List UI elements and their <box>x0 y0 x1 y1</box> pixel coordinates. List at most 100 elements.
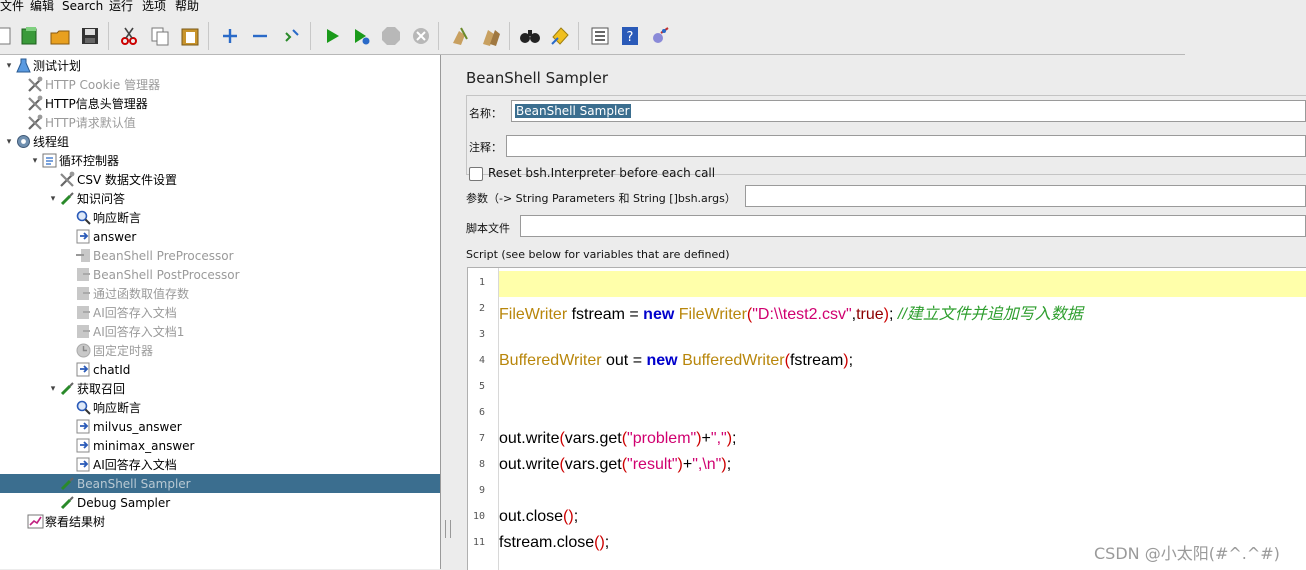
start-icon[interactable] <box>320 24 344 48</box>
shutdown-icon[interactable] <box>409 24 433 48</box>
tree-node[interactable]: 察看结果树 <box>16 512 105 531</box>
name-field[interactable]: BeanShell Sampler <box>511 100 1306 122</box>
comment-field[interactable] <box>506 135 1306 157</box>
tree-node-label: 通过函数取值存数 <box>93 287 190 301</box>
menu-options[interactable]: 选项 <box>142 0 166 14</box>
tree-node-label: AI回答存入文档 <box>93 458 177 472</box>
tree-expand-toggle[interactable]: ▾ <box>4 61 14 71</box>
tools-icon <box>58 171 76 189</box>
tree-node-label: chatId <box>93 362 131 377</box>
menu-bar: 文件 编辑 Search 运行 选项 帮助 <box>0 0 1306 14</box>
toggle-icon[interactable] <box>280 24 304 48</box>
reset-search-icon[interactable] <box>548 24 572 48</box>
stop-icon[interactable] <box>379 24 403 48</box>
menu-file[interactable]: 文件 <box>0 0 24 14</box>
tree-node-label: 响应断言 <box>93 211 142 225</box>
tree-node[interactable]: CSV 数据文件设置 <box>48 170 177 189</box>
tree-node[interactable]: HTTP Cookie 管理器 <box>16 75 160 94</box>
tree-expand-toggle[interactable]: ▾ <box>48 384 58 394</box>
tree-expand-toggle[interactable]: ▾ <box>48 194 58 204</box>
divider-grip[interactable] <box>445 520 451 538</box>
parameters-label: 参数（-> String Parameters 和 String []bsh.a… <box>466 192 736 205</box>
code-line: BufferedWriter out = new BufferedWriter(… <box>499 352 853 370</box>
tree-node[interactable]: chatId <box>64 360 130 379</box>
tree-node-label: HTTP请求默认值 <box>45 116 136 130</box>
tree-node-label: 线程组 <box>33 135 70 149</box>
clear-all-icon[interactable] <box>479 24 503 48</box>
code-token: = <box>632 352 643 369</box>
tree-node[interactable]: answer <box>64 227 136 246</box>
code-token: ; <box>888 306 898 323</box>
tree-node-label: AI回答存入文档1 <box>93 325 185 339</box>
search-icon[interactable] <box>518 24 542 48</box>
code-token: FileWriter <box>499 306 568 323</box>
menu-edit[interactable]: 编辑 <box>30 0 54 14</box>
tree-node-label: BeanShell Sampler <box>77 476 191 491</box>
tree-node[interactable]: BeanShell Sampler <box>0 474 440 493</box>
tree-node[interactable]: Debug Sampler <box>48 493 170 512</box>
line-number: 7 <box>478 433 485 444</box>
tree-node[interactable]: 固定定时器 <box>64 341 153 360</box>
tools-icon <box>26 114 44 132</box>
tree-node[interactable]: ▾ 获取召回 <box>48 379 125 398</box>
panel-title: BeanShell Sampler <box>466 69 608 87</box>
tree-node[interactable]: HTTP信息头管理器 <box>16 94 148 113</box>
tree-node[interactable]: HTTP请求默认值 <box>16 113 136 132</box>
tree-node-label: BeanShell PostProcessor <box>93 267 240 282</box>
remote-icon[interactable] <box>648 24 672 48</box>
cut-icon[interactable] <box>117 24 141 48</box>
tree-node[interactable]: AI回答存入文档1 <box>64 322 184 341</box>
script-file-field[interactable] <box>520 215 1306 237</box>
tree-node[interactable]: BeanShell PostProcessor <box>64 265 240 284</box>
tree-node[interactable]: ▾ 线程组 <box>4 132 69 151</box>
code-line: out.write(vars.get("problem")+","); <box>499 430 736 448</box>
tree-node[interactable]: 通过函数取值存数 <box>64 284 189 303</box>
code-token: + <box>701 430 711 447</box>
tree-node[interactable]: minimax_answer <box>64 436 194 455</box>
tree-node-label: answer <box>93 229 137 244</box>
controller-icon <box>40 152 58 170</box>
postprocessor-icon <box>74 304 92 322</box>
split-divider[interactable] <box>441 55 453 569</box>
menu-search[interactable]: Search <box>62 0 103 14</box>
menu-run[interactable]: 运行 <box>109 0 133 14</box>
function-helper-icon[interactable] <box>588 24 612 48</box>
tree-node[interactable]: ▾ 循环控制器 <box>30 151 119 170</box>
code-token: fstream <box>789 352 844 369</box>
copy-icon[interactable] <box>148 24 172 48</box>
tree-node[interactable]: milvus_answer <box>64 417 182 436</box>
tree-expand-toggle[interactable]: ▾ <box>30 156 40 166</box>
reset-interpreter-checkbox[interactable] <box>469 167 483 181</box>
comment-label: 注释： <box>469 141 502 154</box>
expand-icon[interactable] <box>218 24 242 48</box>
open-icon[interactable] <box>48 24 72 48</box>
help-icon[interactable]: ? <box>618 24 642 48</box>
tree-node-label: 响应断言 <box>93 401 142 415</box>
parameters-field[interactable] <box>745 185 1306 207</box>
tree-node[interactable]: AI回答存入文档 <box>64 455 177 474</box>
templates-icon[interactable] <box>18 24 42 48</box>
tree-node[interactable]: AI回答存入文档 <box>64 303 177 322</box>
toolbar: ? <box>0 16 1185 55</box>
tree-node[interactable]: 响应断言 <box>64 208 141 227</box>
tree-node[interactable]: 响应断言 <box>64 398 141 417</box>
script-editor[interactable]: 1 2 FileWriter fstream = new FileWriter("D… <box>467 267 1306 570</box>
tree-node[interactable]: ▾ 知识问答 <box>48 189 125 208</box>
start-no-pause-icon[interactable] <box>349 24 373 48</box>
save-icon[interactable] <box>78 24 102 48</box>
tree-node[interactable]: ▾ 测试计划 <box>4 56 81 75</box>
clear-icon[interactable] <box>448 24 472 48</box>
tree-expand-toggle[interactable]: ▾ <box>4 137 14 147</box>
new-icon[interactable] <box>0 24 16 48</box>
code-token: ; <box>573 508 579 525</box>
tree-node[interactable]: BeanShell PreProcessor <box>64 246 234 265</box>
paste-icon[interactable] <box>178 24 202 48</box>
collapse-icon[interactable] <box>248 24 272 48</box>
tree-node-label: milvus_answer <box>93 419 182 434</box>
line-number: 11 <box>472 537 485 548</box>
tree-node-label: 测试计划 <box>33 59 82 73</box>
code-token: out <box>601 352 633 369</box>
menu-help[interactable]: 帮助 <box>175 0 199 14</box>
current-line-highlight <box>499 271 1306 297</box>
extractor-icon <box>74 228 92 246</box>
